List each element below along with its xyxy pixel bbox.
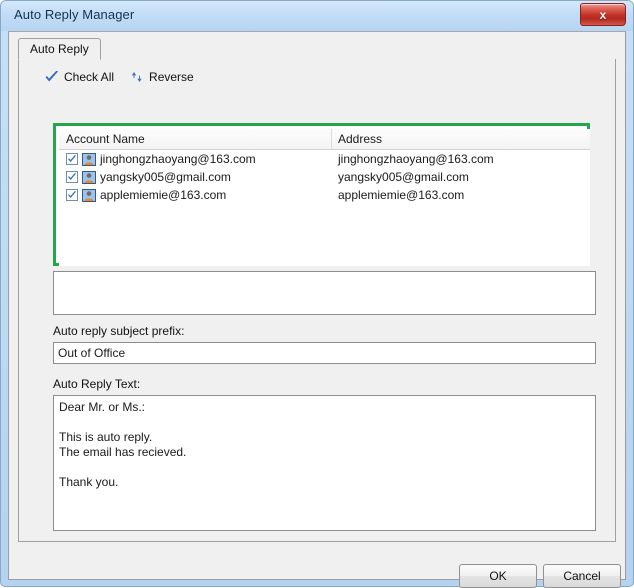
column-header-address[interactable]: Address xyxy=(338,132,382,146)
up-down-arrows-icon xyxy=(130,70,145,84)
reverse-label: Reverse xyxy=(149,70,194,84)
close-icon: x xyxy=(599,7,607,22)
column-divider[interactable] xyxy=(331,129,332,149)
account-name-text: applemiemie@163.com xyxy=(100,188,227,202)
cell-address: jinghongzhaoyang@163.com xyxy=(338,152,494,166)
ok-button[interactable]: OK xyxy=(459,564,537,588)
tab-auto-reply[interactable]: Auto Reply xyxy=(18,38,101,60)
window-title: Auto Reply Manager xyxy=(14,7,135,22)
table-row[interactable]: applemiemie@163.com applemiemie@163.com xyxy=(59,186,590,204)
auto-reply-text-label: Auto Reply Text: xyxy=(53,377,141,391)
check-all-button[interactable]: Check All xyxy=(44,70,114,84)
auto-reply-text-area[interactable] xyxy=(53,395,596,531)
details-panel[interactable] xyxy=(53,271,596,315)
subject-prefix-label: Auto reply subject prefix: xyxy=(53,324,185,338)
dialog-window: Auto Reply Manager x Auto Reply Check Al… xyxy=(0,0,634,588)
table-row[interactable]: jinghongzhaoyang@163.com jinghongzhaoyan… xyxy=(59,150,590,168)
cell-address: applemiemie@163.com xyxy=(338,188,465,202)
cancel-button[interactable]: Cancel xyxy=(543,564,621,588)
account-name-text: jinghongzhaoyang@163.com xyxy=(100,152,256,166)
contact-icon xyxy=(82,152,96,166)
table-row[interactable]: yangsky005@gmail.com yangsky005@gmail.co… xyxy=(59,168,590,186)
close-button[interactable]: x xyxy=(580,3,626,26)
cell-account-name: jinghongzhaoyang@163.com xyxy=(66,150,256,168)
account-name-text: yangsky005@gmail.com xyxy=(100,170,231,184)
row-checkbox[interactable] xyxy=(66,153,78,165)
tab-strip: Auto Reply xyxy=(18,38,616,60)
reverse-button[interactable]: Reverse xyxy=(130,70,194,84)
cell-account-name: yangsky005@gmail.com xyxy=(66,168,231,186)
accounts-highlight-box: Account Name Address jinghongzhaoyang@16… xyxy=(53,123,590,266)
subject-prefix-input[interactable] xyxy=(53,342,596,364)
dialog-client-area: Auto Reply Check All Reverse Account Nam… xyxy=(8,31,626,588)
checkmark-icon xyxy=(44,70,60,84)
accounts-table[interactable]: Account Name Address jinghongzhaoyang@16… xyxy=(59,129,590,266)
check-all-label: Check All xyxy=(64,70,115,84)
row-checkbox[interactable] xyxy=(66,189,78,201)
title-bar: Auto Reply Manager x xyxy=(1,1,633,31)
contact-icon xyxy=(82,170,96,184)
row-checkbox[interactable] xyxy=(66,171,78,183)
accounts-table-header: Account Name Address xyxy=(59,129,590,150)
selection-toolbar: Check All Reverse xyxy=(44,68,194,86)
cell-account-name: applemiemie@163.com xyxy=(66,186,226,204)
column-header-account-name[interactable]: Account Name xyxy=(66,132,145,146)
cell-address: yangsky005@gmail.com xyxy=(338,170,469,184)
contact-icon xyxy=(82,188,96,202)
